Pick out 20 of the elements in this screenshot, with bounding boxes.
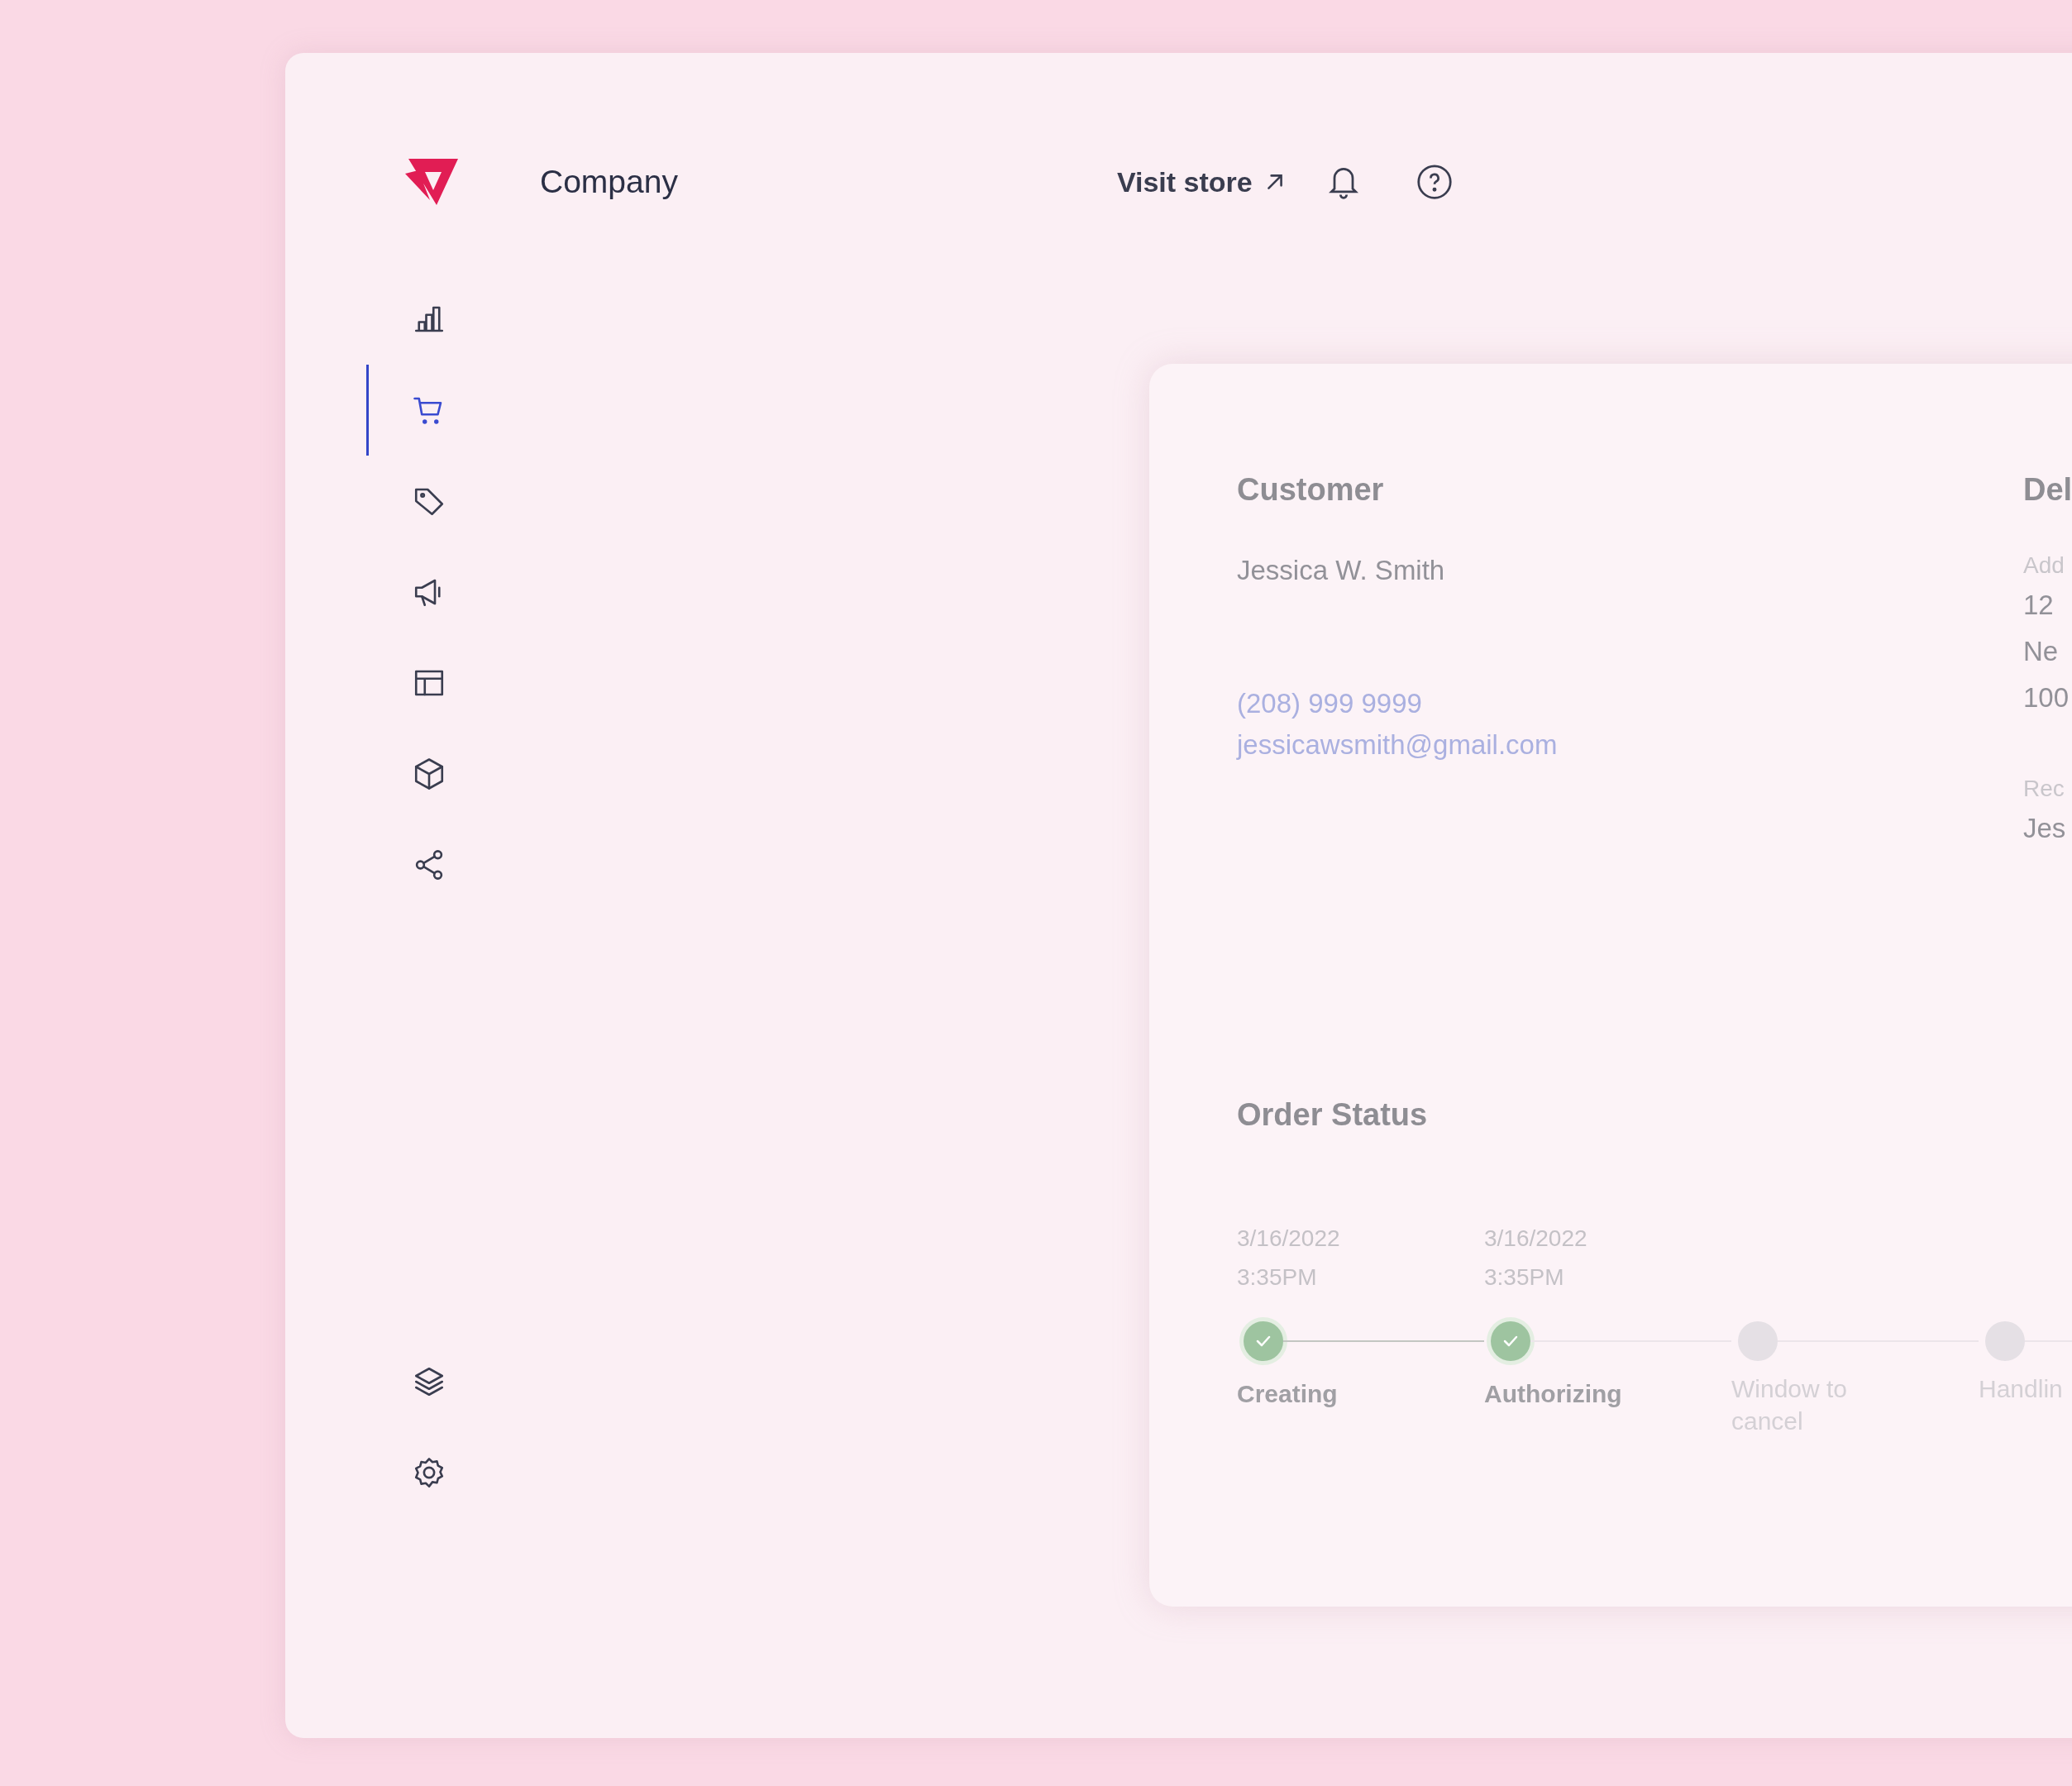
step-label: Authorizing — [1484, 1379, 1623, 1409]
logo-icon[interactable] — [405, 159, 458, 205]
step-label: Creating — [1237, 1379, 1339, 1409]
address-line: 100 — [2023, 681, 2070, 714]
recipient-name: Jes — [2023, 812, 2067, 845]
address-line: Ne — [2023, 635, 2060, 668]
address-line: 12 — [2023, 589, 2055, 622]
brand-name: Company — [540, 162, 678, 201]
step-timestamp: 3:35PM — [1237, 1263, 1317, 1292]
section-heading: Del — [2023, 471, 2072, 508]
section-heading: Customer — [1237, 471, 1385, 508]
email-link[interactable]: jessicawsmith@gmail.com — [1237, 724, 1558, 766]
help-icon[interactable] — [1416, 164, 1453, 200]
section-heading: Order Status — [1237, 1096, 1429, 1133]
visit-store-link[interactable]: Visit store — [1116, 160, 1286, 203]
step-timestamp: 3:35PM — [1484, 1263, 1564, 1292]
phone-link[interactable]: (208) 999 9999 — [1237, 683, 1422, 724]
step-timestamp: 3/16/2022 — [1484, 1225, 1587, 1253]
step-timestamp: 3/16/2022 — [1237, 1225, 1340, 1253]
customer-name: Jessica W. Smith — [1237, 554, 1446, 587]
